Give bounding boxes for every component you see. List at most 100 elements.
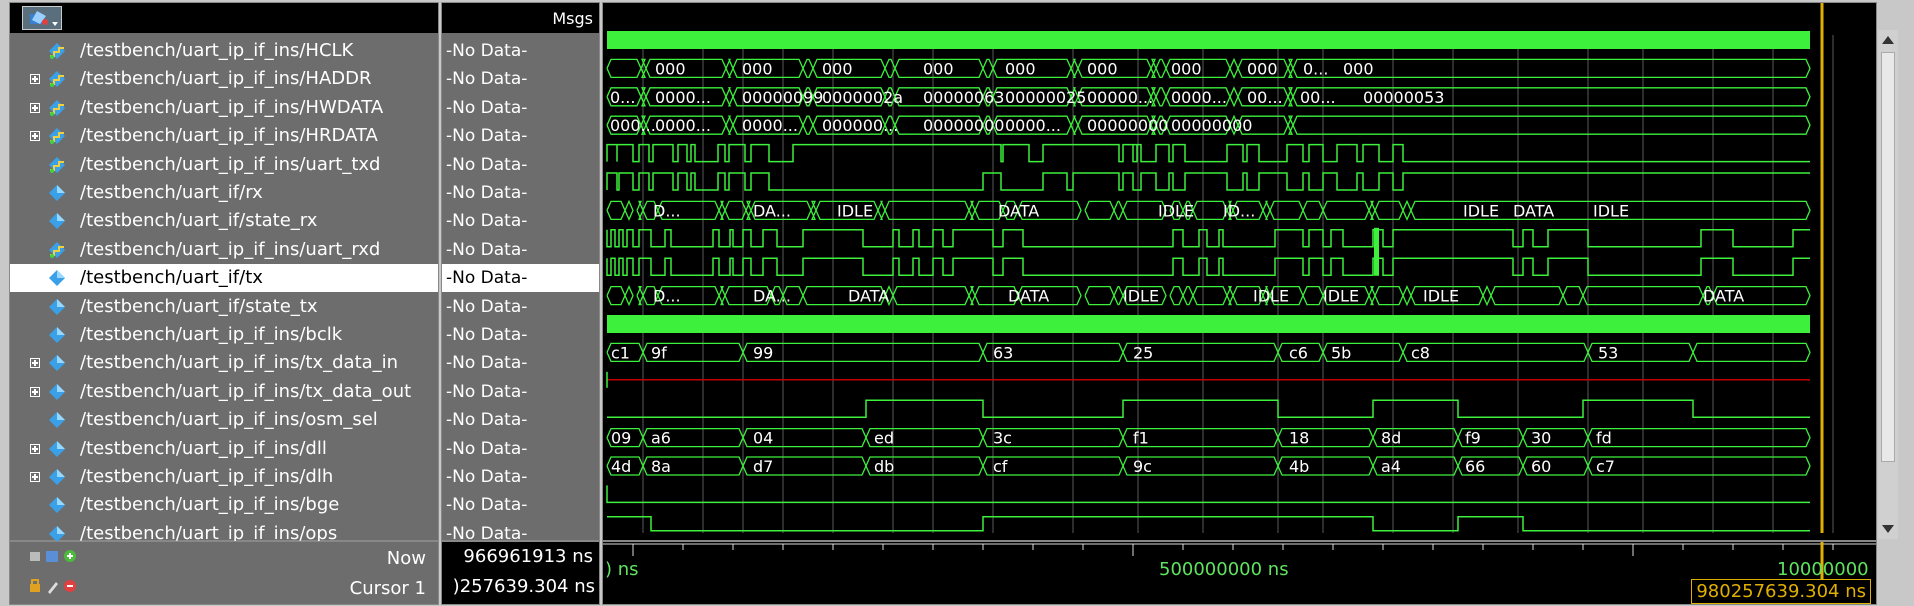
signal-msg-value: -No Data- xyxy=(446,240,528,260)
expand-plus-icon[interactable] xyxy=(30,472,40,482)
signal-msg-row[interactable]: -No Data- xyxy=(442,94,599,122)
bus-value-label: 0000002a xyxy=(822,88,903,107)
bus-value-label: c8 xyxy=(1411,343,1430,362)
signal-msg-row[interactable]: -No Data- xyxy=(442,179,599,207)
signal-name: /testbench/uart_ip_if_ins/HRDATA xyxy=(80,125,378,146)
digital-waveform xyxy=(606,229,1810,248)
waveform-canvas[interactable]: 000 000 000 000 000 000 000 000 0... 0000... 0000.… xyxy=(603,3,1876,540)
msgs-header-label: Msgs xyxy=(552,9,593,28)
cursor-toolbar-icons[interactable] xyxy=(26,578,86,594)
signal-msg-row[interactable]: -No Data- xyxy=(442,207,599,235)
signal-row[interactable]: /testbench/uart_ip_if_ins/HCLK xyxy=(10,37,438,65)
signal-row[interactable]: /testbench/uart_ip_if_ins/HRDATA xyxy=(10,122,438,150)
signal-msg-row[interactable]: -No Data- xyxy=(442,349,599,377)
signal-name: /testbench/uart_ip_if_ins/dlh xyxy=(80,466,334,487)
signal-msg-row[interactable]: -No Data- xyxy=(442,264,599,292)
cursor-value[interactable]: )257639.304 ns xyxy=(450,573,599,603)
signal-row[interactable]: /testbench/uart_ip_if_ins/tx_data_out xyxy=(10,378,438,406)
signal-msg-row[interactable]: -No Data- xyxy=(442,37,599,65)
expand-plus-icon[interactable] xyxy=(30,358,40,368)
signal-msg-value: -No Data- xyxy=(446,69,528,89)
signal-name: /testbench/uart_ip_if_ins/tx_data_in xyxy=(80,352,399,373)
bus-waveform xyxy=(606,427,1811,448)
signal-name-pane: /testbench/uart_ip_if_ins/HCLK/testbench… xyxy=(9,2,439,544)
cursor-value-text: )257639.304 ns xyxy=(452,576,595,597)
signal-row[interactable]: /testbench/uart_ip_if_ins/bclk xyxy=(10,321,438,349)
signal-msg-row[interactable]: -No Data- xyxy=(442,321,599,349)
bus-value-label: 0000... xyxy=(1171,88,1227,107)
timeline-end-label: 10000000 xyxy=(1777,559,1869,580)
signal-row[interactable]: /testbench/uart_ip_if_ins/HWDATA xyxy=(10,94,438,122)
signal-icon xyxy=(49,355,65,371)
vertical-scrollbar[interactable] xyxy=(1878,30,1898,539)
signal-row[interactable]: /testbench/uart_if/state_tx xyxy=(10,293,438,321)
expand-plus-icon[interactable] xyxy=(30,103,40,113)
signal-name: /testbench/uart_ip_if_ins/HCLK xyxy=(80,40,354,61)
cursor-name-pane: Now Cursor 1 xyxy=(9,541,439,605)
signal-msg-row[interactable]: -No Data- xyxy=(442,435,599,463)
signal-msg-row[interactable]: -No Data- xyxy=(442,406,599,434)
bus-value-label: cf xyxy=(993,457,1008,476)
clock-waveform xyxy=(607,31,1810,49)
signal-row[interactable]: /testbench/uart_if/tx xyxy=(10,264,438,292)
signal-row[interactable]: /testbench/uart_ip_if_ins/HADDR xyxy=(10,65,438,93)
cursor-time-box[interactable]: 980257639.304 ns xyxy=(1691,579,1871,604)
bus-value-label: IDLE xyxy=(1463,201,1499,220)
bus-value-label: DATA xyxy=(1008,287,1049,306)
bus-value-label: D... xyxy=(653,287,681,306)
signal-msg-value: -No Data- xyxy=(446,297,528,317)
bus-value-label: 00000053 xyxy=(1363,88,1444,107)
scrollbar-thumb[interactable] xyxy=(1881,52,1895,462)
signal-row[interactable]: /testbench/uart_ip_if_ins/osm_sel xyxy=(10,406,438,434)
signal-msg-row[interactable]: -No Data- xyxy=(442,122,599,150)
bus-value-label: 0000... xyxy=(655,88,711,107)
now-value-text: 966961913 ns xyxy=(463,546,593,567)
bus-value-label: 0... xyxy=(1303,59,1328,78)
signal-icon xyxy=(49,185,65,201)
bus-value-label: ed xyxy=(874,429,894,448)
bus-value-label: 9c xyxy=(1133,457,1152,476)
signal-icon xyxy=(49,469,65,485)
timeline-ruler[interactable]: ) ns 500000000 ns 10000000 980257639.304… xyxy=(602,541,1877,605)
waveform-pane[interactable]: 000 000 000 000 000 000 000 000 0... 000 0... 0000.… xyxy=(602,2,1877,541)
expand-plus-icon[interactable] xyxy=(30,444,40,454)
bus-value-label: DATA xyxy=(998,201,1039,220)
signal-msg-value: -No Data- xyxy=(446,353,528,373)
signal-tool-button[interactable] xyxy=(22,6,62,30)
signal-tool-icon xyxy=(30,11,48,25)
signal-name: /testbench/uart_if/state_tx xyxy=(80,296,318,317)
signal-msg-row[interactable]: -No Data- xyxy=(442,236,599,264)
signal-msg-row[interactable]: -No Data- xyxy=(442,293,599,321)
now-toolbar-icons[interactable] xyxy=(26,548,86,564)
bus-value-label: 000 xyxy=(822,59,853,78)
signal-msg-row[interactable]: -No Data- xyxy=(442,463,599,491)
scroll-down-icon[interactable] xyxy=(1882,525,1894,533)
signal-name: /testbench/uart_ip_if_ins/dll xyxy=(80,438,327,459)
signal-name: /testbench/uart_if/tx xyxy=(80,267,263,288)
bus-value-label: 5b xyxy=(1331,343,1351,362)
signal-row[interactable]: /testbench/uart_ip_if_ins/uart_rxd xyxy=(10,236,438,264)
expand-plus-icon[interactable] xyxy=(30,387,40,397)
signal-row[interactable]: /testbench/uart_if/state_rx xyxy=(10,207,438,235)
signal-row[interactable]: /testbench/uart_ip_if_ins/tx_data_in xyxy=(10,349,438,377)
signal-msg-row[interactable]: -No Data- xyxy=(442,65,599,93)
signal-icon xyxy=(49,270,65,286)
signal-msg-row[interactable]: -No Data- xyxy=(442,378,599,406)
bus-value-label: 4d xyxy=(611,457,631,476)
bus-value-label: 53 xyxy=(1598,343,1618,362)
signal-row[interactable]: /testbench/uart_if/rx xyxy=(10,179,438,207)
bus-value-label: 000000... xyxy=(822,116,898,135)
signal-msg-row[interactable]: -No Data- xyxy=(442,491,599,519)
signal-row[interactable]: /testbench/uart_ip_if_ins/uart_txd xyxy=(10,151,438,179)
expand-plus-icon[interactable] xyxy=(30,74,40,84)
scroll-up-icon[interactable] xyxy=(1882,36,1894,44)
signal-msg-row[interactable]: -No Data- xyxy=(442,151,599,179)
bus-value-label: 8d xyxy=(1381,429,1401,448)
signal-row[interactable]: /testbench/uart_ip_if_ins/dll xyxy=(10,435,438,463)
bus-waveform xyxy=(606,342,1811,363)
bus-value-label: 00... xyxy=(1300,88,1336,107)
signal-row[interactable]: /testbench/uart_ip_if_ins/dlh xyxy=(10,463,438,491)
expand-plus-icon[interactable] xyxy=(30,131,40,141)
signal-row[interactable]: /testbench/uart_ip_if_ins/bge xyxy=(10,491,438,519)
signal-icon xyxy=(49,157,65,173)
